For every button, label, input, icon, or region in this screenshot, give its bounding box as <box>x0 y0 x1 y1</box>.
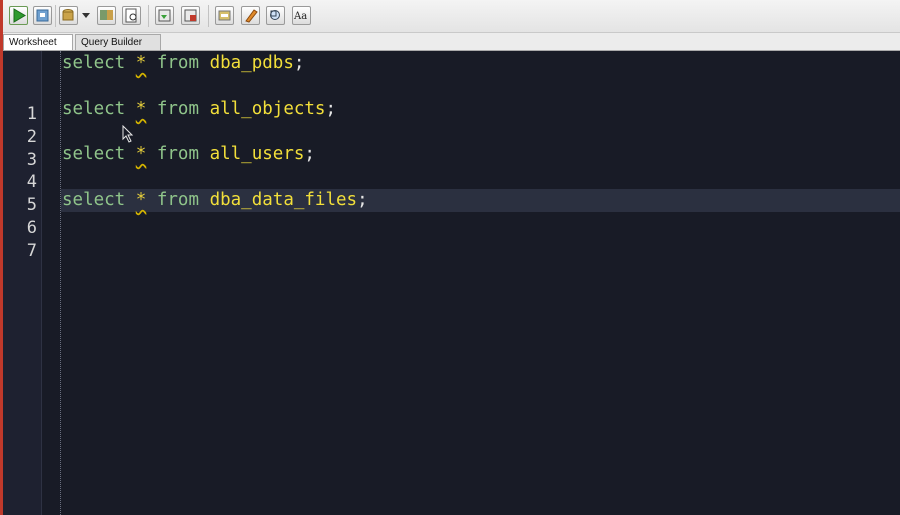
sql-keyword: from <box>156 53 200 73</box>
worksheet-tabs: Worksheet Query Builder <box>3 33 900 51</box>
window-edge <box>0 0 3 515</box>
autotrace-icon[interactable] <box>181 6 200 25</box>
run-statement-icon[interactable] <box>9 6 28 25</box>
cancel-icon[interactable] <box>215 6 234 25</box>
svg-text:Aa: Aa <box>293 11 307 22</box>
tab-worksheet[interactable]: Worksheet <box>3 34 73 50</box>
toolbar-separator <box>55 5 56 27</box>
sql-keyword: from <box>156 144 200 164</box>
sql-terminator: ; <box>293 53 305 73</box>
find-icon[interactable] <box>266 6 285 25</box>
clear-icon[interactable] <box>241 6 260 25</box>
line-number: 2 <box>26 127 37 147</box>
explain-plan-icon[interactable] <box>155 6 174 25</box>
run-script-icon[interactable] <box>33 6 52 25</box>
fold-margin <box>60 51 61 515</box>
sql-wildcard: * <box>135 53 147 73</box>
sql-keyword: select <box>62 144 126 164</box>
tab-query-builder[interactable]: Query Builder <box>75 34 161 50</box>
sql-wildcard: * <box>135 99 147 119</box>
line-number: 4 <box>26 172 37 192</box>
line-number: 7 <box>26 241 37 261</box>
line-number: 6 <box>26 218 37 238</box>
line-number: 5 <box>26 195 37 215</box>
sql-keyword: select <box>62 99 126 119</box>
line-number-gutter: 1 2 3 4 5 6 7 <box>3 51 42 515</box>
toolbar-separator <box>148 5 149 27</box>
sql-table-name: dba_pdbs <box>209 53 294 73</box>
sql-wildcard: * <box>135 190 147 210</box>
toolbar-separator <box>208 5 209 27</box>
sql-wildcard: * <box>135 144 147 164</box>
rollback-icon[interactable] <box>97 6 116 25</box>
sql-keyword: select <box>62 190 126 210</box>
sql-terminator: ; <box>304 144 315 164</box>
sql-keyword: select <box>62 53 126 73</box>
sql-table-name: all_objects <box>209 99 326 119</box>
code-line[interactable]: select * from dba_data_files; <box>62 190 368 210</box>
sql-history-icon[interactable] <box>122 6 141 25</box>
code-line[interactable]: select * from all_objects; <box>62 99 336 119</box>
sql-terminator: ; <box>357 190 368 210</box>
sql-keyword: from <box>156 190 200 210</box>
worksheet-toolbar: Aa <box>3 0 900 33</box>
sql-terminator: ; <box>325 99 337 119</box>
line-number: 1 <box>26 104 37 124</box>
code-line[interactable]: select * from dba_pdbs; <box>62 53 304 73</box>
dropdown-arrow-icon[interactable] <box>82 13 90 18</box>
mouse-cursor-icon <box>122 125 134 143</box>
sql-table-name: dba_data_files <box>209 190 358 210</box>
sql-table-name: all_users <box>209 144 305 164</box>
commit-icon[interactable] <box>59 6 78 25</box>
sql-keyword: from <box>156 99 200 119</box>
case-icon[interactable]: Aa <box>292 6 311 25</box>
line-number: 3 <box>26 150 37 170</box>
code-line[interactable]: select * from all_users; <box>62 144 315 164</box>
